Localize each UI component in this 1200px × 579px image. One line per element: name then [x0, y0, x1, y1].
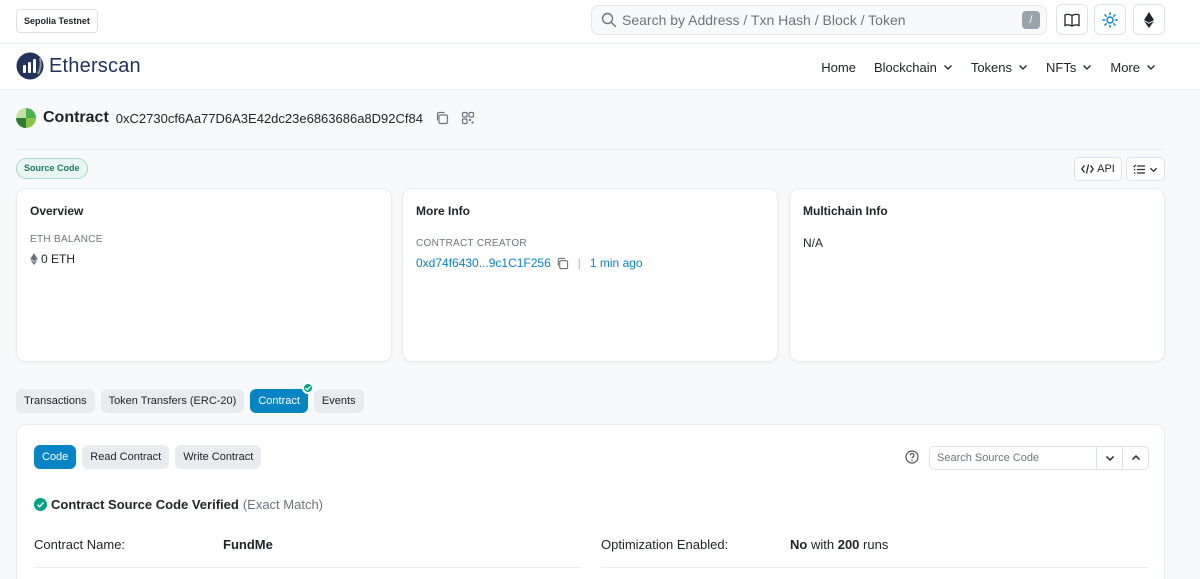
- ethereum-icon: [1144, 11, 1154, 28]
- eth-balance-value-row: 0 ETH: [30, 252, 75, 266]
- api-button[interactable]: API: [1074, 157, 1122, 181]
- subtab-write-contract[interactable]: Write Contract: [175, 445, 262, 469]
- creator-address-link[interactable]: 0xd74f6430...9c1C1F256: [416, 256, 551, 270]
- optimization-with: with: [810, 537, 835, 552]
- docs-button[interactable]: [1056, 4, 1088, 35]
- creation-txn-time-link[interactable]: 1 min ago: [590, 256, 643, 270]
- contract-title: Contract: [43, 109, 109, 126]
- eth-balance-label: ETH BALANCE: [30, 234, 103, 245]
- source-code-badge[interactable]: Source Code: [16, 158, 88, 179]
- chevron-down-icon: [1019, 65, 1027, 70]
- nav-nfts[interactable]: NFTs: [1046, 60, 1092, 75]
- contract-avatar: [16, 108, 36, 128]
- tab-transactions[interactable]: Transactions: [16, 389, 95, 413]
- tab-events[interactable]: Events: [313, 389, 364, 413]
- nav-nfts-label: NFTs: [1046, 59, 1077, 75]
- list-filter-icon: [1133, 164, 1145, 174]
- nav-more-label: More: [1110, 59, 1140, 75]
- tab-token-transfers[interactable]: Token Transfers (ERC-20): [100, 389, 245, 413]
- contract-creator-label: CONTRACT CREATOR: [416, 238, 527, 249]
- chevron-down-icon: [1105, 455, 1114, 462]
- chevron-down-icon: [1147, 65, 1155, 70]
- contract-heading: Contract 0xC2730cf6Aa77D6A3E42dc23e68636…: [16, 108, 475, 128]
- top-bar: Sepolia Testnet /: [0, 0, 1200, 44]
- more-info-card: More Info CONTRACT CREATOR 0xd74f6430...…: [402, 188, 778, 362]
- heading-divider: [16, 149, 1165, 150]
- search-prev-button[interactable]: [1122, 447, 1148, 469]
- verified-check-icon: [301, 382, 314, 394]
- subtab-read-contract[interactable]: Read Contract: [82, 445, 170, 469]
- optimization-runs-word: runs: [863, 537, 889, 552]
- check-circle-icon: [34, 498, 47, 511]
- optimization-runs: 200: [837, 537, 860, 552]
- verified-status: Contract Source Code Verified (Exact Mat…: [34, 497, 323, 512]
- chevron-down-icon: [943, 65, 952, 70]
- nav-tokens[interactable]: Tokens: [971, 60, 1028, 75]
- sun-icon: [1102, 11, 1118, 28]
- etherscan-logo[interactable]: Etherscan: [16, 52, 141, 80]
- global-search[interactable]: /: [591, 5, 1047, 35]
- tab-contract-label: Contract: [258, 395, 300, 407]
- row-divider: [601, 567, 1148, 568]
- optimization-label: Optimization Enabled:: [601, 537, 729, 552]
- api-label: API: [1097, 163, 1115, 175]
- contract-sub-tabs: Code Read Contract Write Contract: [34, 445, 262, 469]
- eth-balance-value: 0 ETH: [41, 252, 76, 266]
- theme-toggle-button[interactable]: [1094, 4, 1126, 35]
- address-tabs: Transactions Token Transfers (ERC-20) Co…: [16, 382, 364, 413]
- more-options-button[interactable]: [1126, 157, 1165, 181]
- source-code-search[interactable]: [929, 446, 1149, 470]
- tab-contract[interactable]: Contract: [250, 382, 314, 413]
- row-divider: [34, 567, 581, 568]
- slash-shortcut-key: /: [1022, 11, 1040, 29]
- contract-name-label: Contract Name:: [34, 537, 126, 552]
- search-next-button[interactable]: [1096, 447, 1122, 469]
- nav-blockchain-label: Blockchain: [873, 59, 937, 75]
- qr-code-icon[interactable]: [461, 111, 475, 125]
- separator: |: [577, 256, 581, 270]
- brand-name: Etherscan: [49, 54, 141, 77]
- chevron-up-icon: [1131, 454, 1140, 461]
- network-badge[interactable]: Sepolia Testnet: [16, 9, 98, 33]
- copy-icon[interactable]: [435, 111, 449, 125]
- code-icon: [1081, 164, 1095, 174]
- optimization-enabled: No: [790, 537, 808, 552]
- contract-address: 0xC2730cf6Aa77D6A3E42dc23e6863686a8D92Cf…: [115, 110, 423, 126]
- optimization-value: No with 200 runs: [790, 537, 888, 552]
- nav-home[interactable]: Home: [821, 60, 856, 75]
- chevron-down-icon: [1149, 167, 1158, 172]
- contract-code-panel: Code Read Contract Write Contract Contra…: [16, 424, 1165, 579]
- contract-name-value: FundMe: [223, 537, 273, 552]
- chevron-down-icon: [1083, 65, 1092, 70]
- main-navbar: Etherscan Home Blockchain Tokens NFTs Mo…: [0, 44, 1200, 90]
- help-icon[interactable]: [905, 450, 919, 464]
- more-info-title: More Info: [416, 204, 470, 218]
- ethereum-icon: [30, 253, 38, 265]
- nav-home-label: Home: [821, 59, 856, 75]
- book-icon: [1064, 13, 1080, 27]
- search-icon: [601, 12, 617, 28]
- multichain-info-card: Multichain Info N/A: [789, 188, 1165, 362]
- overview-title: Overview: [30, 204, 84, 218]
- overview-card: Overview ETH BALANCE 0 ETH: [16, 188, 392, 362]
- network-switch-button[interactable]: [1133, 4, 1165, 35]
- nav-tokens-label: Tokens: [970, 59, 1013, 75]
- contract-creator-row: 0xd74f6430...9c1C1F256 | 1 min ago: [416, 256, 643, 270]
- source-code-search-input[interactable]: [930, 447, 1096, 469]
- nav-more[interactable]: More: [1110, 60, 1156, 75]
- nav-links: Home Blockchain Tokens NFTs More: [803, 44, 1156, 90]
- etherscan-logo-icon: [16, 52, 44, 80]
- verified-text: Contract Source Code Verified: [51, 497, 239, 512]
- multichain-title: Multichain Info: [803, 204, 888, 218]
- verified-note: (Exact Match): [242, 497, 324, 512]
- nav-blockchain[interactable]: Blockchain: [874, 60, 953, 75]
- copy-icon[interactable]: [556, 257, 569, 270]
- subtab-code[interactable]: Code: [34, 445, 77, 469]
- multichain-value: N/A: [803, 236, 824, 250]
- global-search-input[interactable]: [622, 6, 1002, 34]
